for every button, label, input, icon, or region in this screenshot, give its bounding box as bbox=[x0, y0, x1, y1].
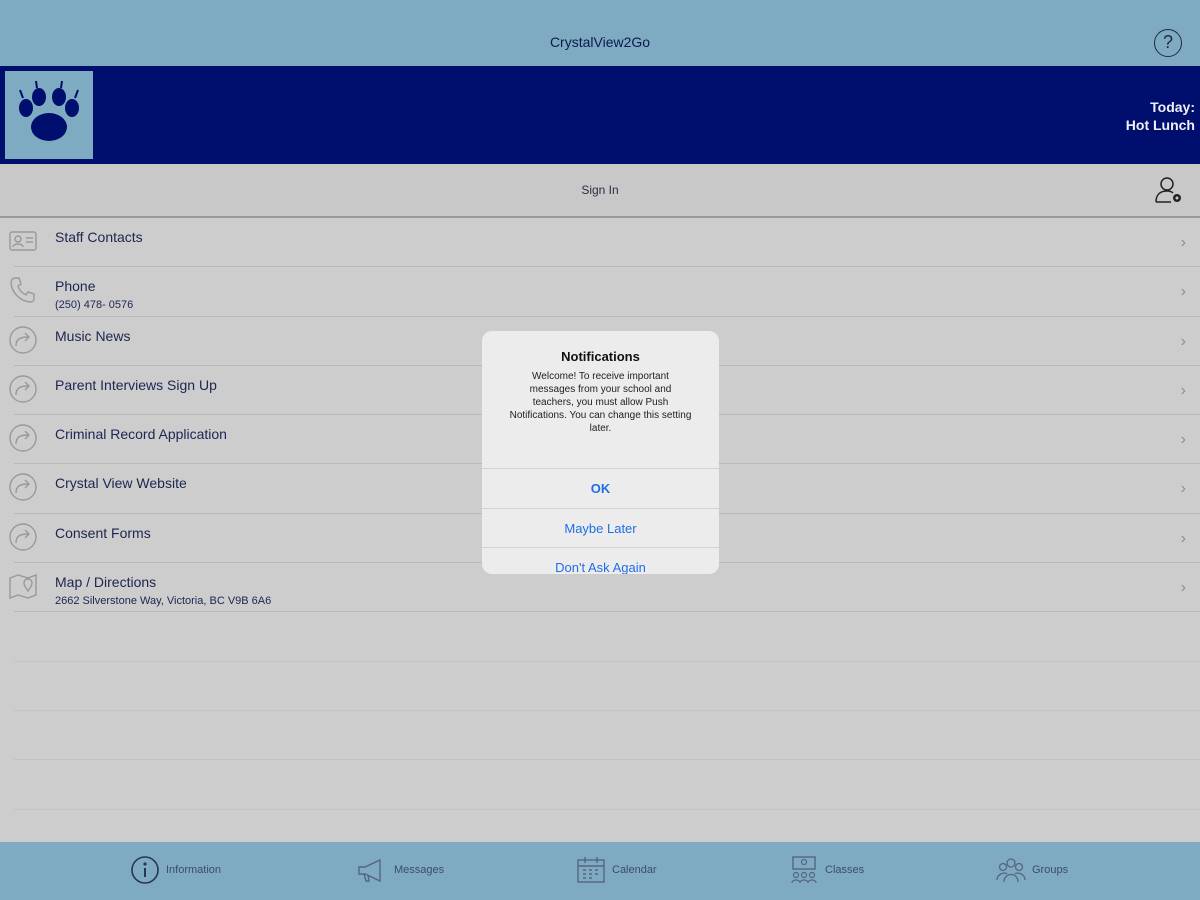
chevron-right-icon: › bbox=[1180, 480, 1186, 498]
dialog-title: Notifications bbox=[561, 349, 640, 364]
chevron-right-icon: › bbox=[1180, 431, 1186, 449]
dialog-message: Welcome! To receive important messages f… bbox=[509, 371, 692, 434]
chevron-right-icon: › bbox=[1180, 283, 1186, 301]
sign-in-label[interactable]: Sign In bbox=[0, 183, 1200, 197]
list-item-sub: (250) 478- 0576 bbox=[55, 299, 134, 312]
map-pin-icon bbox=[9, 574, 37, 600]
bottom-tab-bar: Information Messages Calendar Classes Gr… bbox=[0, 842, 1200, 900]
tab-label: Groups bbox=[1032, 864, 1069, 876]
today-value: Hot Lunch bbox=[1125, 117, 1195, 133]
top-navigation-bar: CrystalView2Go ? bbox=[0, 0, 1200, 66]
phone-icon bbox=[10, 277, 35, 303]
tab-classes[interactable]: Classes bbox=[789, 852, 864, 888]
contact-card-icon bbox=[9, 231, 37, 251]
notifications-dialog: Notifications Welcome! To receive import… bbox=[482, 331, 719, 574]
list-item-label: Music News bbox=[55, 327, 131, 344]
tab-label: Calendar bbox=[612, 864, 657, 876]
list-item-label: Parent Interviews Sign Up bbox=[55, 376, 217, 393]
chevron-right-icon: › bbox=[1180, 529, 1186, 547]
empty-row bbox=[14, 760, 1200, 810]
tab-label: Information bbox=[166, 864, 222, 876]
paw-print-icon bbox=[5, 71, 93, 159]
info-circle-icon bbox=[131, 856, 159, 884]
dont-ask-again-button[interactable]: Don't Ask Again bbox=[482, 547, 719, 574]
list-item-label: Map / Directions bbox=[55, 574, 157, 591]
list-item-phone[interactable]: Phone (250) 478- 0576 › bbox=[10, 267, 1200, 317]
classes-icon bbox=[791, 856, 817, 884]
today-info: Today: Hot Lunch bbox=[1126, 98, 1195, 134]
tab-information[interactable]: Information bbox=[130, 852, 221, 888]
groups-icon bbox=[996, 858, 1026, 883]
calendar-icon bbox=[577, 857, 605, 883]
tab-groups[interactable]: Groups bbox=[996, 852, 1068, 888]
empty-row bbox=[14, 711, 1200, 761]
help-circle-icon[interactable]: ? bbox=[1154, 29, 1182, 57]
list-item-label: Crystal View Website bbox=[55, 475, 187, 492]
chevron-right-icon: › bbox=[1180, 234, 1186, 251]
tab-label: Classes bbox=[825, 864, 865, 876]
list-item-staff-contacts[interactable]: Staff Contacts › bbox=[9, 218, 1200, 268]
megaphone-icon bbox=[358, 858, 381, 883]
list-item-label: Phone bbox=[55, 278, 96, 295]
list-item-label: Criminal Record Application bbox=[55, 426, 227, 443]
empty-row bbox=[14, 612, 1200, 662]
maybe-later-button[interactable]: Maybe Later bbox=[482, 507, 719, 548]
sign-in-bar[interactable]: Sign In bbox=[0, 164, 1200, 218]
list-item-sub: 2662 Silverstone Way, Victoria, BC V9B 6… bbox=[55, 595, 272, 608]
share-arrow-icon bbox=[9, 473, 37, 502]
user-settings-icon[interactable] bbox=[1154, 175, 1184, 210]
chevron-right-icon: › bbox=[1180, 332, 1186, 350]
share-arrow-icon bbox=[9, 375, 37, 403]
share-arrow-icon bbox=[9, 424, 37, 452]
tab-calendar[interactable]: Calendar bbox=[576, 852, 657, 888]
ok-button[interactable]: OK bbox=[482, 468, 719, 508]
empty-row bbox=[14, 662, 1200, 711]
tab-label: Messages bbox=[394, 864, 445, 876]
list-item-label: Consent Forms bbox=[55, 524, 151, 541]
list-item-label: Staff Contacts bbox=[55, 229, 143, 245]
share-arrow-icon bbox=[9, 523, 37, 551]
app-title: CrystalView2Go bbox=[549, 34, 651, 50]
today-label: Today: bbox=[1150, 99, 1195, 115]
share-arrow-icon bbox=[9, 325, 37, 354]
chevron-right-icon: › bbox=[1180, 381, 1186, 399]
tab-messages[interactable]: Messages bbox=[356, 852, 444, 888]
school-banner: Today: Hot Lunch bbox=[0, 66, 1200, 164]
chevron-right-icon: › bbox=[1180, 579, 1186, 597]
